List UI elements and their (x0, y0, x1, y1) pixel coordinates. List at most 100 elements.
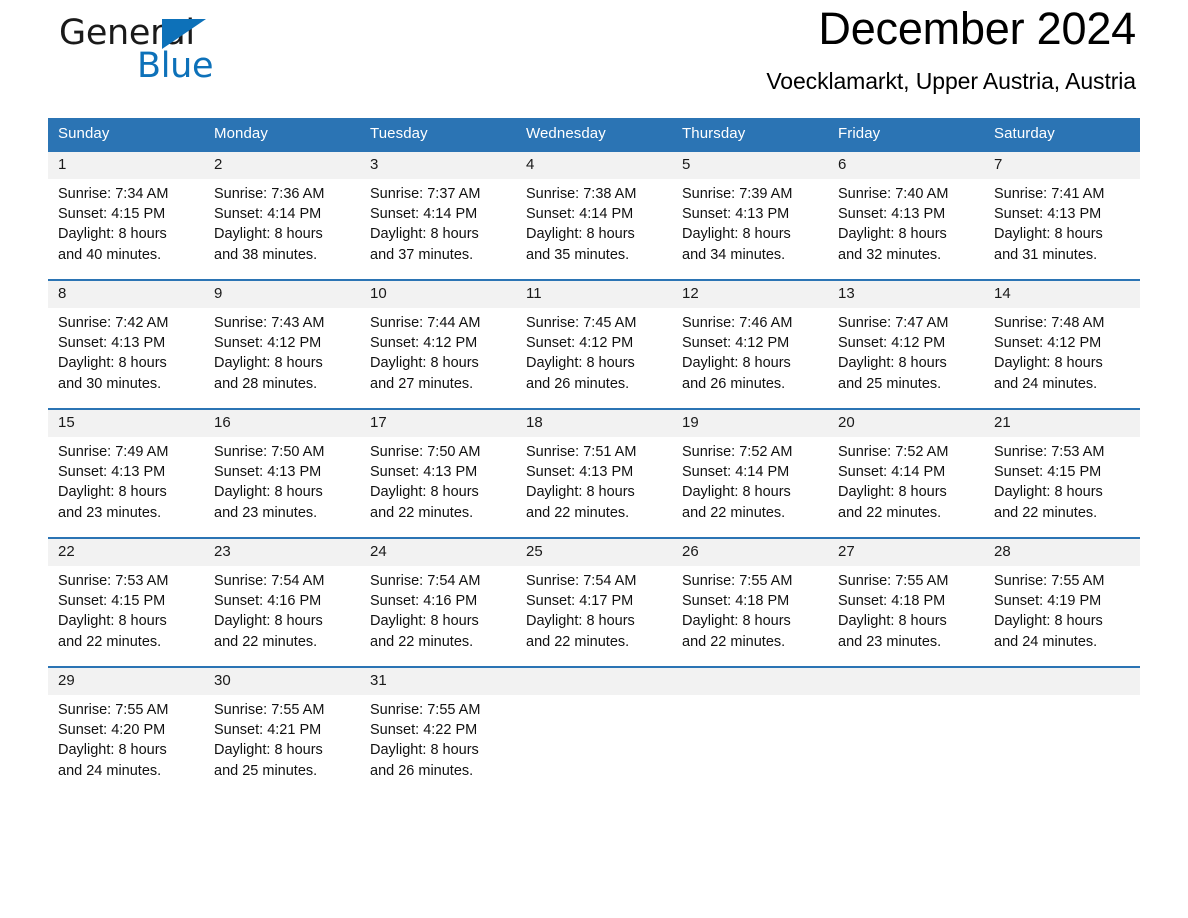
day-cell-empty (516, 668, 672, 782)
day-cell: 13 Sunrise: 7:47 AM Sunset: 4:12 PM Dayligh… (828, 281, 984, 395)
sunrise-time: Sunrise: 7:38 AM (526, 186, 637, 202)
calendar-day-cell[interactable]: 20 Sunrise: 7:52 AM Sunset: 4:14 PM Dayligh… (828, 408, 984, 524)
calendar-day-cell[interactable]: 1 Sunrise: 7:34 AM Sunset: 4:15 PM Daylight… (48, 150, 204, 266)
sunrise-time: Sunrise: 7:44 AM (370, 315, 481, 331)
calendar-day-cell[interactable]: 30 Sunrise: 7:55 AM Sunset: 4:21 PM Dayligh… (204, 666, 360, 782)
sunset-time: Sunset: 4:14 PM (370, 206, 478, 223)
day-details: Sunrise: 7:45 AM Sunset: 4:12 PM Daylight:… (516, 308, 672, 394)
sunrise-time: Sunrise: 7:39 AM (682, 186, 793, 202)
sunset-time: Sunset: 4:13 PM (58, 464, 166, 481)
sunrise-time: Sunrise: 7:34 AM (58, 186, 169, 202)
day-number: 2 (204, 152, 360, 179)
calendar-header-row: Sunday Monday Tuesday Wednesday Thursday… (48, 118, 1140, 151)
daylight-duration-line1: Daylight: 8 hours (58, 226, 167, 243)
day-details: Sunrise: 7:40 AM Sunset: 4:13 PM Daylight:… (828, 179, 984, 265)
calendar-day-cell[interactable] (828, 666, 984, 782)
day-details: Sunrise: 7:47 AM Sunset: 4:12 PM Daylight:… (828, 308, 984, 394)
sunrise-time: Sunrise: 7:51 AM (526, 444, 637, 460)
day-cell: 17 Sunrise: 7:50 AM Sunset: 4:13 PM Dayligh… (360, 410, 516, 524)
sunrise-time: Sunrise: 7:55 AM (994, 573, 1105, 589)
week-spacer (48, 653, 1140, 667)
calendar-day-cell[interactable]: 9 Sunrise: 7:43 AM Sunset: 4:12 PM Daylight… (204, 279, 360, 395)
calendar-day-cell[interactable]: 24 Sunrise: 7:54 AM Sunset: 4:16 PM Dayligh… (360, 537, 516, 653)
calendar-day-cell[interactable]: 6 Sunrise: 7:40 AM Sunset: 4:13 PM Daylight… (828, 150, 984, 266)
calendar-day-cell[interactable]: 28 Sunrise: 7:55 AM Sunset: 4:19 PM Dayligh… (984, 537, 1140, 653)
day-details: Sunrise: 7:51 AM Sunset: 4:13 PM Daylight:… (516, 437, 672, 523)
generalblue-logo[interactable]: General Blue (59, 14, 259, 90)
page-header: General Blue December 2024 Voecklamarkt,… (48, 0, 1140, 118)
calendar-day-cell[interactable]: 8 Sunrise: 7:42 AM Sunset: 4:13 PM Daylight… (48, 279, 204, 395)
sunrise-time: Sunrise: 7:55 AM (214, 702, 325, 718)
sunrise-time: Sunrise: 7:55 AM (838, 573, 949, 589)
daylight-duration-line2: and 22 minutes. (370, 504, 474, 521)
day-number: 19 (672, 410, 828, 437)
calendar-week-row: 22 Sunrise: 7:53 AM Sunset: 4:15 PM Dayligh… (48, 537, 1140, 653)
calendar-day-cell[interactable]: 26 Sunrise: 7:55 AM Sunset: 4:18 PM Dayligh… (672, 537, 828, 653)
calendar-day-cell[interactable]: 3 Sunrise: 7:37 AM Sunset: 4:14 PM Daylight… (360, 150, 516, 266)
calendar-day-cell[interactable]: 10 Sunrise: 7:44 AM Sunset: 4:12 PM Dayligh… (360, 279, 516, 395)
calendar-day-cell[interactable]: 12 Sunrise: 7:46 AM Sunset: 4:12 PM Dayligh… (672, 279, 828, 395)
calendar-day-cell[interactable]: 5 Sunrise: 7:39 AM Sunset: 4:13 PM Daylight… (672, 150, 828, 266)
weekday-header-sunday: Sunday (48, 118, 204, 151)
daylight-duration-line1: Daylight: 8 hours (370, 226, 479, 243)
day-number: 14 (984, 281, 1140, 308)
calendar-day-cell[interactable]: 4 Sunrise: 7:38 AM Sunset: 4:14 PM Daylight… (516, 150, 672, 266)
calendar-day-cell[interactable] (672, 666, 828, 782)
calendar-day-cell[interactable]: 13 Sunrise: 7:47 AM Sunset: 4:12 PM Dayligh… (828, 279, 984, 395)
calendar-day-cell[interactable]: 14 Sunrise: 7:48 AM Sunset: 4:12 PM Dayligh… (984, 279, 1140, 395)
weekday-header-friday: Friday (828, 118, 984, 151)
sunrise-time: Sunrise: 7:49 AM (58, 444, 169, 460)
title-block: December 2024 Voecklamarkt, Upper Austri… (766, 0, 1136, 96)
sunrise-time: Sunrise: 7:46 AM (682, 315, 793, 331)
calendar-week-row: 15 Sunrise: 7:49 AM Sunset: 4:13 PM Dayligh… (48, 408, 1140, 524)
sunrise-time: Sunrise: 7:36 AM (214, 186, 325, 202)
daylight-duration-line2: and 22 minutes. (370, 633, 474, 650)
calendar-day-cell[interactable]: 19 Sunrise: 7:52 AM Sunset: 4:14 PM Dayligh… (672, 408, 828, 524)
daylight-duration-line2: and 24 minutes. (994, 633, 1098, 650)
day-number (672, 668, 828, 695)
daylight-duration-line1: Daylight: 8 hours (214, 742, 323, 759)
day-number: 30 (204, 668, 360, 695)
daylight-duration-line1: Daylight: 8 hours (526, 484, 635, 501)
calendar-day-cell[interactable]: 16 Sunrise: 7:50 AM Sunset: 4:13 PM Dayligh… (204, 408, 360, 524)
sunset-time: Sunset: 4:13 PM (58, 335, 166, 352)
calendar-day-cell[interactable]: 23 Sunrise: 7:54 AM Sunset: 4:16 PM Dayligh… (204, 537, 360, 653)
sunset-time: Sunset: 4:12 PM (682, 335, 790, 352)
daylight-duration-line2: and 26 minutes. (370, 762, 474, 779)
calendar-day-cell[interactable]: 11 Sunrise: 7:45 AM Sunset: 4:12 PM Dayligh… (516, 279, 672, 395)
calendar-day-cell[interactable]: 15 Sunrise: 7:49 AM Sunset: 4:13 PM Dayligh… (48, 408, 204, 524)
daylight-duration-line1: Daylight: 8 hours (370, 355, 479, 372)
calendar-day-cell[interactable]: 22 Sunrise: 7:53 AM Sunset: 4:15 PM Dayligh… (48, 537, 204, 653)
day-number: 16 (204, 410, 360, 437)
daylight-duration-line1: Daylight: 8 hours (682, 226, 791, 243)
day-cell: 31 Sunrise: 7:55 AM Sunset: 4:22 PM Dayligh… (360, 668, 516, 782)
weekday-header-thursday: Thursday (672, 118, 828, 151)
day-number: 17 (360, 410, 516, 437)
calendar-day-cell[interactable]: 2 Sunrise: 7:36 AM Sunset: 4:14 PM Daylight… (204, 150, 360, 266)
sunset-time: Sunset: 4:12 PM (526, 335, 634, 352)
calendar-day-cell[interactable]: 21 Sunrise: 7:53 AM Sunset: 4:15 PM Dayligh… (984, 408, 1140, 524)
daylight-duration-line1: Daylight: 8 hours (994, 355, 1103, 372)
calendar-day-cell[interactable]: 7 Sunrise: 7:41 AM Sunset: 4:13 PM Daylight… (984, 150, 1140, 266)
day-details: Sunrise: 7:53 AM Sunset: 4:15 PM Daylight:… (984, 437, 1140, 523)
day-details: Sunrise: 7:49 AM Sunset: 4:13 PM Daylight:… (48, 437, 204, 523)
day-details: Sunrise: 7:42 AM Sunset: 4:13 PM Daylight:… (48, 308, 204, 394)
sunrise-time: Sunrise: 7:48 AM (994, 315, 1105, 331)
calendar-day-cell[interactable] (516, 666, 672, 782)
calendar-week-row: 29 Sunrise: 7:55 AM Sunset: 4:20 PM Dayligh… (48, 666, 1140, 782)
calendar-day-cell[interactable]: 25 Sunrise: 7:54 AM Sunset: 4:17 PM Dayligh… (516, 537, 672, 653)
daylight-duration-line1: Daylight: 8 hours (526, 613, 635, 630)
day-details: Sunrise: 7:52 AM Sunset: 4:14 PM Daylight:… (672, 437, 828, 523)
calendar-day-cell[interactable]: 17 Sunrise: 7:50 AM Sunset: 4:13 PM Dayligh… (360, 408, 516, 524)
calendar-day-cell[interactable]: 29 Sunrise: 7:55 AM Sunset: 4:20 PM Dayligh… (48, 666, 204, 782)
sunrise-time: Sunrise: 7:54 AM (370, 573, 481, 589)
sunset-time: Sunset: 4:18 PM (682, 593, 790, 610)
calendar-day-cell[interactable]: 18 Sunrise: 7:51 AM Sunset: 4:13 PM Dayligh… (516, 408, 672, 524)
calendar-day-cell[interactable]: 27 Sunrise: 7:55 AM Sunset: 4:18 PM Dayligh… (828, 537, 984, 653)
week-spacer-cell (48, 524, 1140, 538)
day-number: 13 (828, 281, 984, 308)
day-cell: 8 Sunrise: 7:42 AM Sunset: 4:13 PM Daylight… (48, 281, 204, 395)
calendar-day-cell[interactable]: 31 Sunrise: 7:55 AM Sunset: 4:22 PM Dayligh… (360, 666, 516, 782)
calendar-day-cell[interactable] (984, 666, 1140, 782)
day-cell: 10 Sunrise: 7:44 AM Sunset: 4:12 PM Dayligh… (360, 281, 516, 395)
